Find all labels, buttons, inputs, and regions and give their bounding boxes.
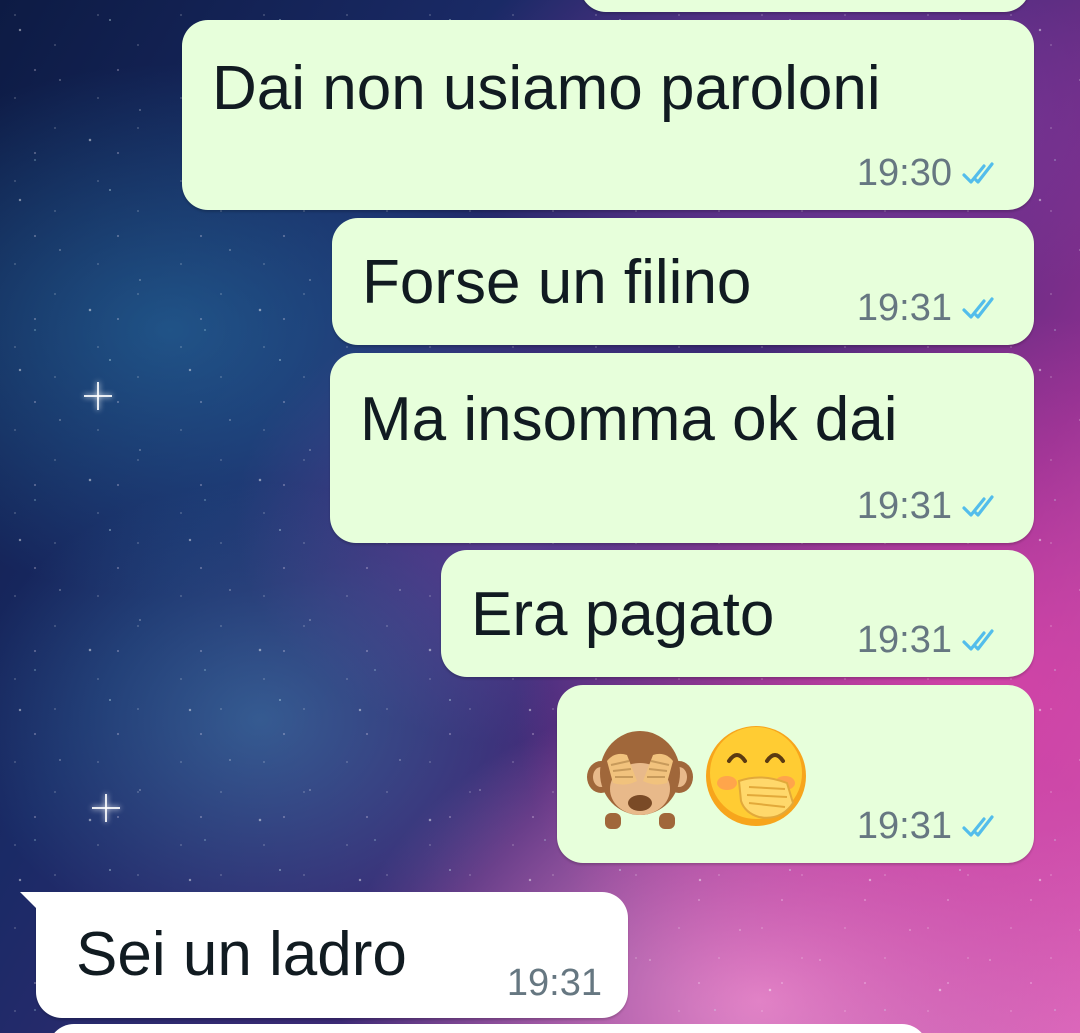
sparkle — [92, 794, 120, 822]
read-ticks-icon — [962, 495, 994, 517]
chat-screen: Dai non usiamo paroloni 19:30 Forse un f… — [0, 0, 1080, 1033]
message-bubble[interactable]: 19:31 — [557, 685, 1034, 863]
message-bubble[interactable]: Era pagato 19:31 — [441, 550, 1034, 677]
message-meta: 19:31 — [857, 621, 1004, 659]
message-meta: 19:31 — [507, 964, 602, 1002]
message-meta: 19:31 — [857, 289, 1004, 327]
read-ticks-icon — [962, 162, 994, 184]
sparkle — [84, 382, 112, 410]
message-bubble[interactable]: Dai non usiamo paroloni 19:30 — [182, 20, 1034, 210]
message-meta: 19:31 — [857, 807, 1004, 845]
message-text: Sei un ladro — [76, 920, 407, 989]
message-time: 19:30 — [856, 152, 952, 194]
message-time: 19:31 — [856, 805, 952, 847]
read-ticks-icon — [962, 815, 994, 837]
message-meta: 19:31 — [857, 487, 1004, 525]
read-ticks-icon — [962, 297, 994, 319]
message-bubble[interactable]: Ma insomma ok dai 19:31 — [330, 353, 1034, 543]
message-text: Dai non usiamo paroloni — [212, 54, 881, 123]
message-bubble-partial[interactable] — [580, 0, 1030, 12]
message-emojis — [585, 721, 811, 831]
message-bubble[interactable]: Forse un filino 19:31 — [332, 218, 1034, 345]
bubble-tail — [20, 892, 46, 918]
message-text: Ma insomma ok dai — [360, 385, 898, 454]
message-text: Forse un filino — [362, 248, 752, 317]
message-bubble-partial[interactable] — [48, 1024, 928, 1033]
read-ticks-icon — [962, 629, 994, 651]
face-with-hand-over-mouth-icon — [706, 726, 806, 826]
message-bubble-incoming[interactable]: Sei un ladro 19:31 — [20, 892, 628, 1018]
see-no-evil-monkey-icon — [587, 731, 693, 829]
message-time: 19:31 — [856, 287, 952, 329]
message-time: 19:31 — [506, 962, 602, 1004]
message-time: 19:31 — [856, 485, 952, 527]
message-time: 19:31 — [856, 619, 952, 661]
message-meta: 19:30 — [857, 154, 1004, 192]
message-text: Era pagato — [471, 580, 775, 649]
